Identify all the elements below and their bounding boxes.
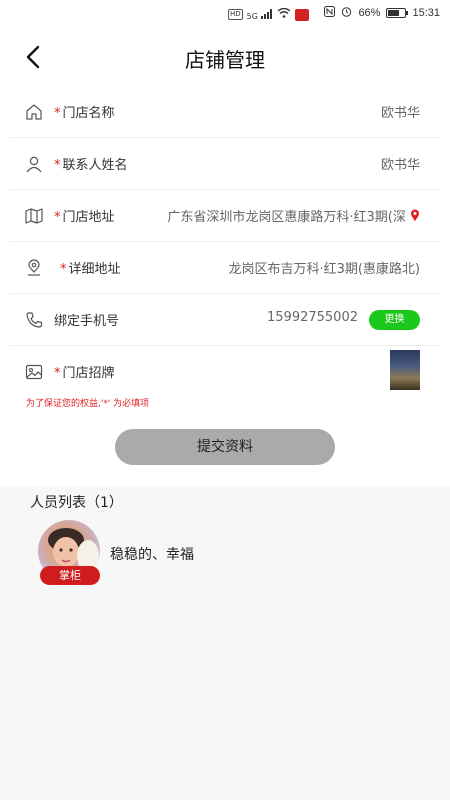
store-address-label: * 门店地址 <box>54 210 115 225</box>
battery-percent: 66% <box>358 7 381 19</box>
required-mark: * <box>54 106 61 121</box>
home-icon <box>26 104 42 120</box>
contact-name-label: * 联系人姓名 <box>54 158 128 173</box>
contact-name-row[interactable]: * 联系人姓名 欧书华 <box>10 138 440 190</box>
location-pin-icon <box>411 209 419 221</box>
nfc-icon <box>324 6 336 20</box>
app-notification-icon <box>294 8 309 21</box>
detail-address-row[interactable]: * 详细地址 龙岗区布吉万科·红3期(惠康路北) <box>10 242 440 294</box>
contact-name-value[interactable]: 欧书华 <box>381 154 420 173</box>
signal-5g-icon: 5G <box>247 8 273 21</box>
store-name-value[interactable]: 欧书华 <box>381 102 420 121</box>
store-address-value[interactable]: 广东省深圳市龙岗区惠康路万科·红3期(深 <box>167 206 420 225</box>
location-pin-icon <box>28 259 40 276</box>
required-mark: * <box>54 366 61 381</box>
submit-button[interactable]: 提交资料 <box>115 429 335 465</box>
required-notice: 为了保证您的权益,'*' 为必填项 <box>26 399 150 409</box>
hd-badge: HD <box>228 9 243 20</box>
store-sign-label: * 门店招牌 <box>54 366 115 381</box>
detail-address-label: * 详细地址 <box>60 262 121 277</box>
member-name: 稳稳的、幸福 <box>110 547 194 563</box>
battery-icon <box>386 8 409 18</box>
detail-address-value[interactable]: 龙岗区布吉万科·红3期(惠康路北) <box>228 258 420 277</box>
header-bar: 店铺管理 <box>0 28 450 86</box>
phone-icon <box>26 312 43 328</box>
phone-value: 15992755002 <box>267 310 358 325</box>
store-info-form: * 门店名称 欧书华 * 联系人姓名 欧书华 * 门店地址 广东省深圳市龙岗区惠康路万… <box>0 86 450 486</box>
role-badge: 掌柜 <box>40 566 100 585</box>
required-mark: * <box>54 210 61 225</box>
map-icon <box>25 208 43 224</box>
list-item[interactable]: 掌柜 稳稳的、幸福 <box>38 520 338 590</box>
alarm-icon <box>341 6 352 20</box>
store-address-row[interactable]: * 门店地址 广东省深圳市龙岗区惠康路万科·红3期(深 <box>10 190 440 242</box>
page-title: 店铺管理 <box>185 48 265 72</box>
store-sign-thumbnail[interactable] <box>390 350 420 390</box>
clock-time: 15:31 <box>412 7 440 19</box>
phone-label: 绑定手机号 <box>54 314 120 329</box>
required-mark: * <box>54 158 61 173</box>
required-mark: * <box>60 262 67 277</box>
person-icon <box>26 156 42 173</box>
phone-row: 绑定手机号 15992755002 更换 <box>10 294 440 346</box>
change-phone-button[interactable]: 更换 <box>369 310 420 330</box>
status-bar: HD 5G 66% 15:31 <box>0 0 450 28</box>
member-list-title: 人员列表（1） <box>30 495 123 511</box>
wifi-icon <box>277 7 291 21</box>
store-sign-row[interactable]: * 门店招牌 <box>10 346 440 394</box>
image-icon <box>25 364 43 380</box>
store-name-label: * 门店名称 <box>54 106 115 121</box>
store-name-row[interactable]: * 门店名称 欧书华 <box>10 86 440 138</box>
